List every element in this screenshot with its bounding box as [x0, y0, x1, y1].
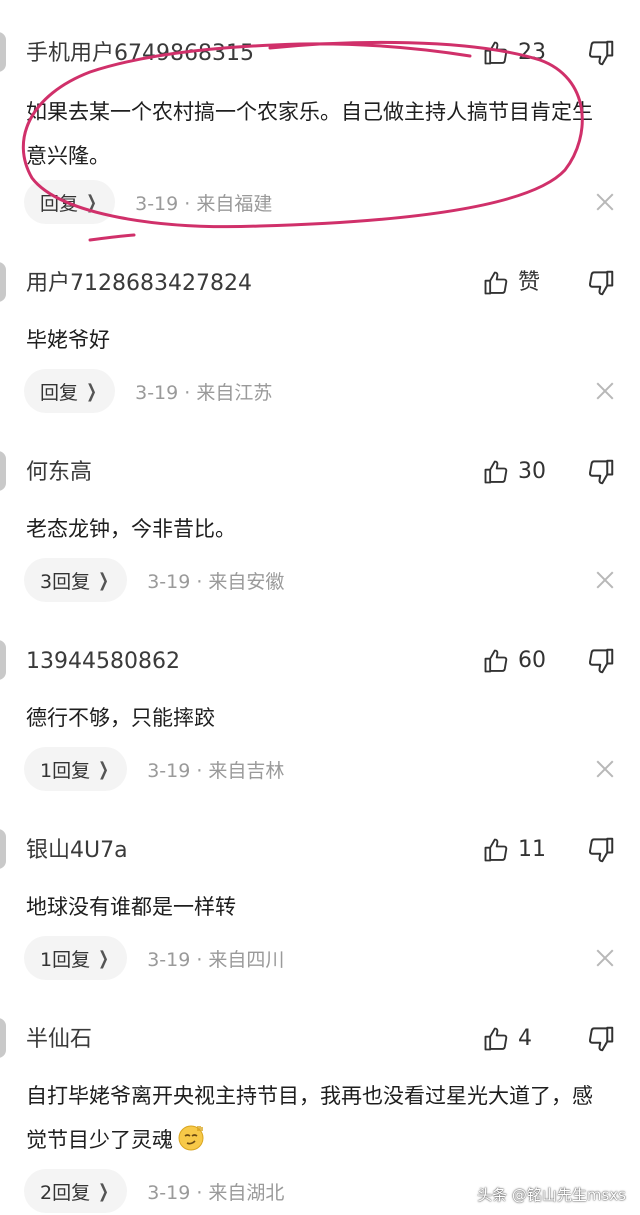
thumbs-down-icon[interactable]: [586, 268, 616, 298]
thumbs-up-icon: [484, 41, 508, 65]
comment-username[interactable]: 何东高: [26, 459, 92, 487]
like-button[interactable]: 23: [482, 37, 548, 69]
comment-username[interactable]: 13944580862: [26, 648, 180, 676]
comment-meta: 3-19 · 来自吉林: [147, 759, 285, 782]
chevron-right-icon: ❯: [98, 947, 109, 969]
like-count: 11: [518, 837, 546, 862]
thumbs-up-icon: [484, 1027, 508, 1051]
reply-button[interactable]: 1回复 ❯: [24, 747, 128, 791]
comment-text: 毕姥爷好: [26, 328, 110, 352]
comment-meta: 3-19 · 来自四川: [147, 948, 285, 971]
comment-meta: 3-19 · 来自安徽: [147, 570, 285, 593]
chevron-right-icon: ❯: [98, 569, 109, 591]
thumbs-up-icon: [484, 838, 508, 862]
thumbs-down-icon[interactable]: [586, 38, 616, 68]
avatar[interactable]: [0, 262, 6, 302]
close-icon[interactable]: [596, 949, 614, 967]
comment-username[interactable]: 用户7128683427824: [26, 270, 252, 298]
chevron-right-icon: ❯: [86, 191, 97, 213]
comment-text-content: 自打毕姥爷离开央视主持节目，我再也没看过星光大道了，感觉节目少了灵魂: [26, 1084, 593, 1152]
watermark: 头条 @铭山先生msxs: [477, 1186, 626, 1204]
like-count: 4: [518, 1026, 532, 1051]
like-button[interactable]: 赞: [482, 267, 548, 299]
reply-label: 3回复: [40, 570, 91, 593]
like-count: 赞: [518, 270, 541, 295]
chevron-right-icon: ❯: [98, 1180, 109, 1202]
comment-username[interactable]: 银山4U7a: [26, 837, 128, 865]
comment-text: 如果去某一个农村搞一个农家乐。自己做主持人搞节目肯定生意兴隆。: [26, 100, 593, 168]
close-icon[interactable]: [596, 193, 614, 211]
chevron-right-icon: ❯: [98, 758, 109, 780]
comment-username[interactable]: 手机用户6749868315: [26, 40, 254, 68]
thumbs-down-icon[interactable]: [586, 457, 616, 487]
comment-meta: 3-19 · 来自江苏: [135, 381, 273, 404]
thumbs-down-icon[interactable]: [586, 1024, 616, 1054]
reply-label: 2回复: [40, 1181, 91, 1204]
thumbs-down-icon[interactable]: [586, 646, 616, 676]
like-count: 60: [518, 648, 546, 673]
close-icon[interactable]: [596, 382, 614, 400]
like-count: 23: [518, 40, 546, 65]
comment-meta: 3-19 · 来自福建: [135, 192, 273, 215]
comment-text: 德行不够，只能摔跤: [26, 706, 215, 730]
reply-button[interactable]: 2回复 ❯: [24, 1169, 128, 1213]
like-count: 30: [518, 459, 546, 484]
chevron-right-icon: ❯: [86, 380, 97, 402]
like-button[interactable]: 4: [482, 1023, 548, 1055]
avatar[interactable]: [0, 1018, 6, 1058]
comment-meta: 3-19 · 来自湖北: [147, 1181, 285, 1204]
reply-label: 1回复: [40, 759, 91, 782]
comment-text: 老态龙钟，今非昔比。: [26, 517, 236, 541]
comment-text: 地球没有谁都是一样转: [26, 895, 236, 919]
close-icon[interactable]: [596, 760, 614, 778]
smirk-emoji-icon: [178, 1125, 204, 1151]
reply-button[interactable]: 回复 ❯: [24, 369, 116, 413]
thumbs-up-icon: [484, 460, 508, 484]
avatar[interactable]: [0, 829, 6, 869]
comment-text: 自打毕姥爷离开央视主持节目，我再也没看过星光大道了，感觉节目少了灵魂: [26, 1074, 606, 1162]
avatar[interactable]: [0, 32, 6, 72]
avatar[interactable]: [0, 451, 6, 491]
reply-label: 1回复: [40, 948, 91, 971]
comment-username[interactable]: 半仙石: [26, 1026, 92, 1054]
reply-button[interactable]: 1回复 ❯: [24, 936, 128, 980]
reply-button[interactable]: 3回复 ❯: [24, 558, 128, 602]
reply-label: 回复: [40, 192, 79, 215]
thumbs-down-icon[interactable]: [586, 835, 616, 865]
thumbs-up-icon: [484, 649, 508, 673]
close-icon[interactable]: [596, 571, 614, 589]
reply-button[interactable]: 回复 ❯: [24, 180, 116, 224]
like-button[interactable]: 11: [482, 834, 548, 866]
thumbs-up-icon: [484, 271, 508, 295]
reply-label: 回复: [40, 381, 79, 404]
like-button[interactable]: 30: [482, 456, 548, 488]
like-button[interactable]: 60: [482, 645, 548, 677]
avatar[interactable]: [0, 640, 6, 680]
